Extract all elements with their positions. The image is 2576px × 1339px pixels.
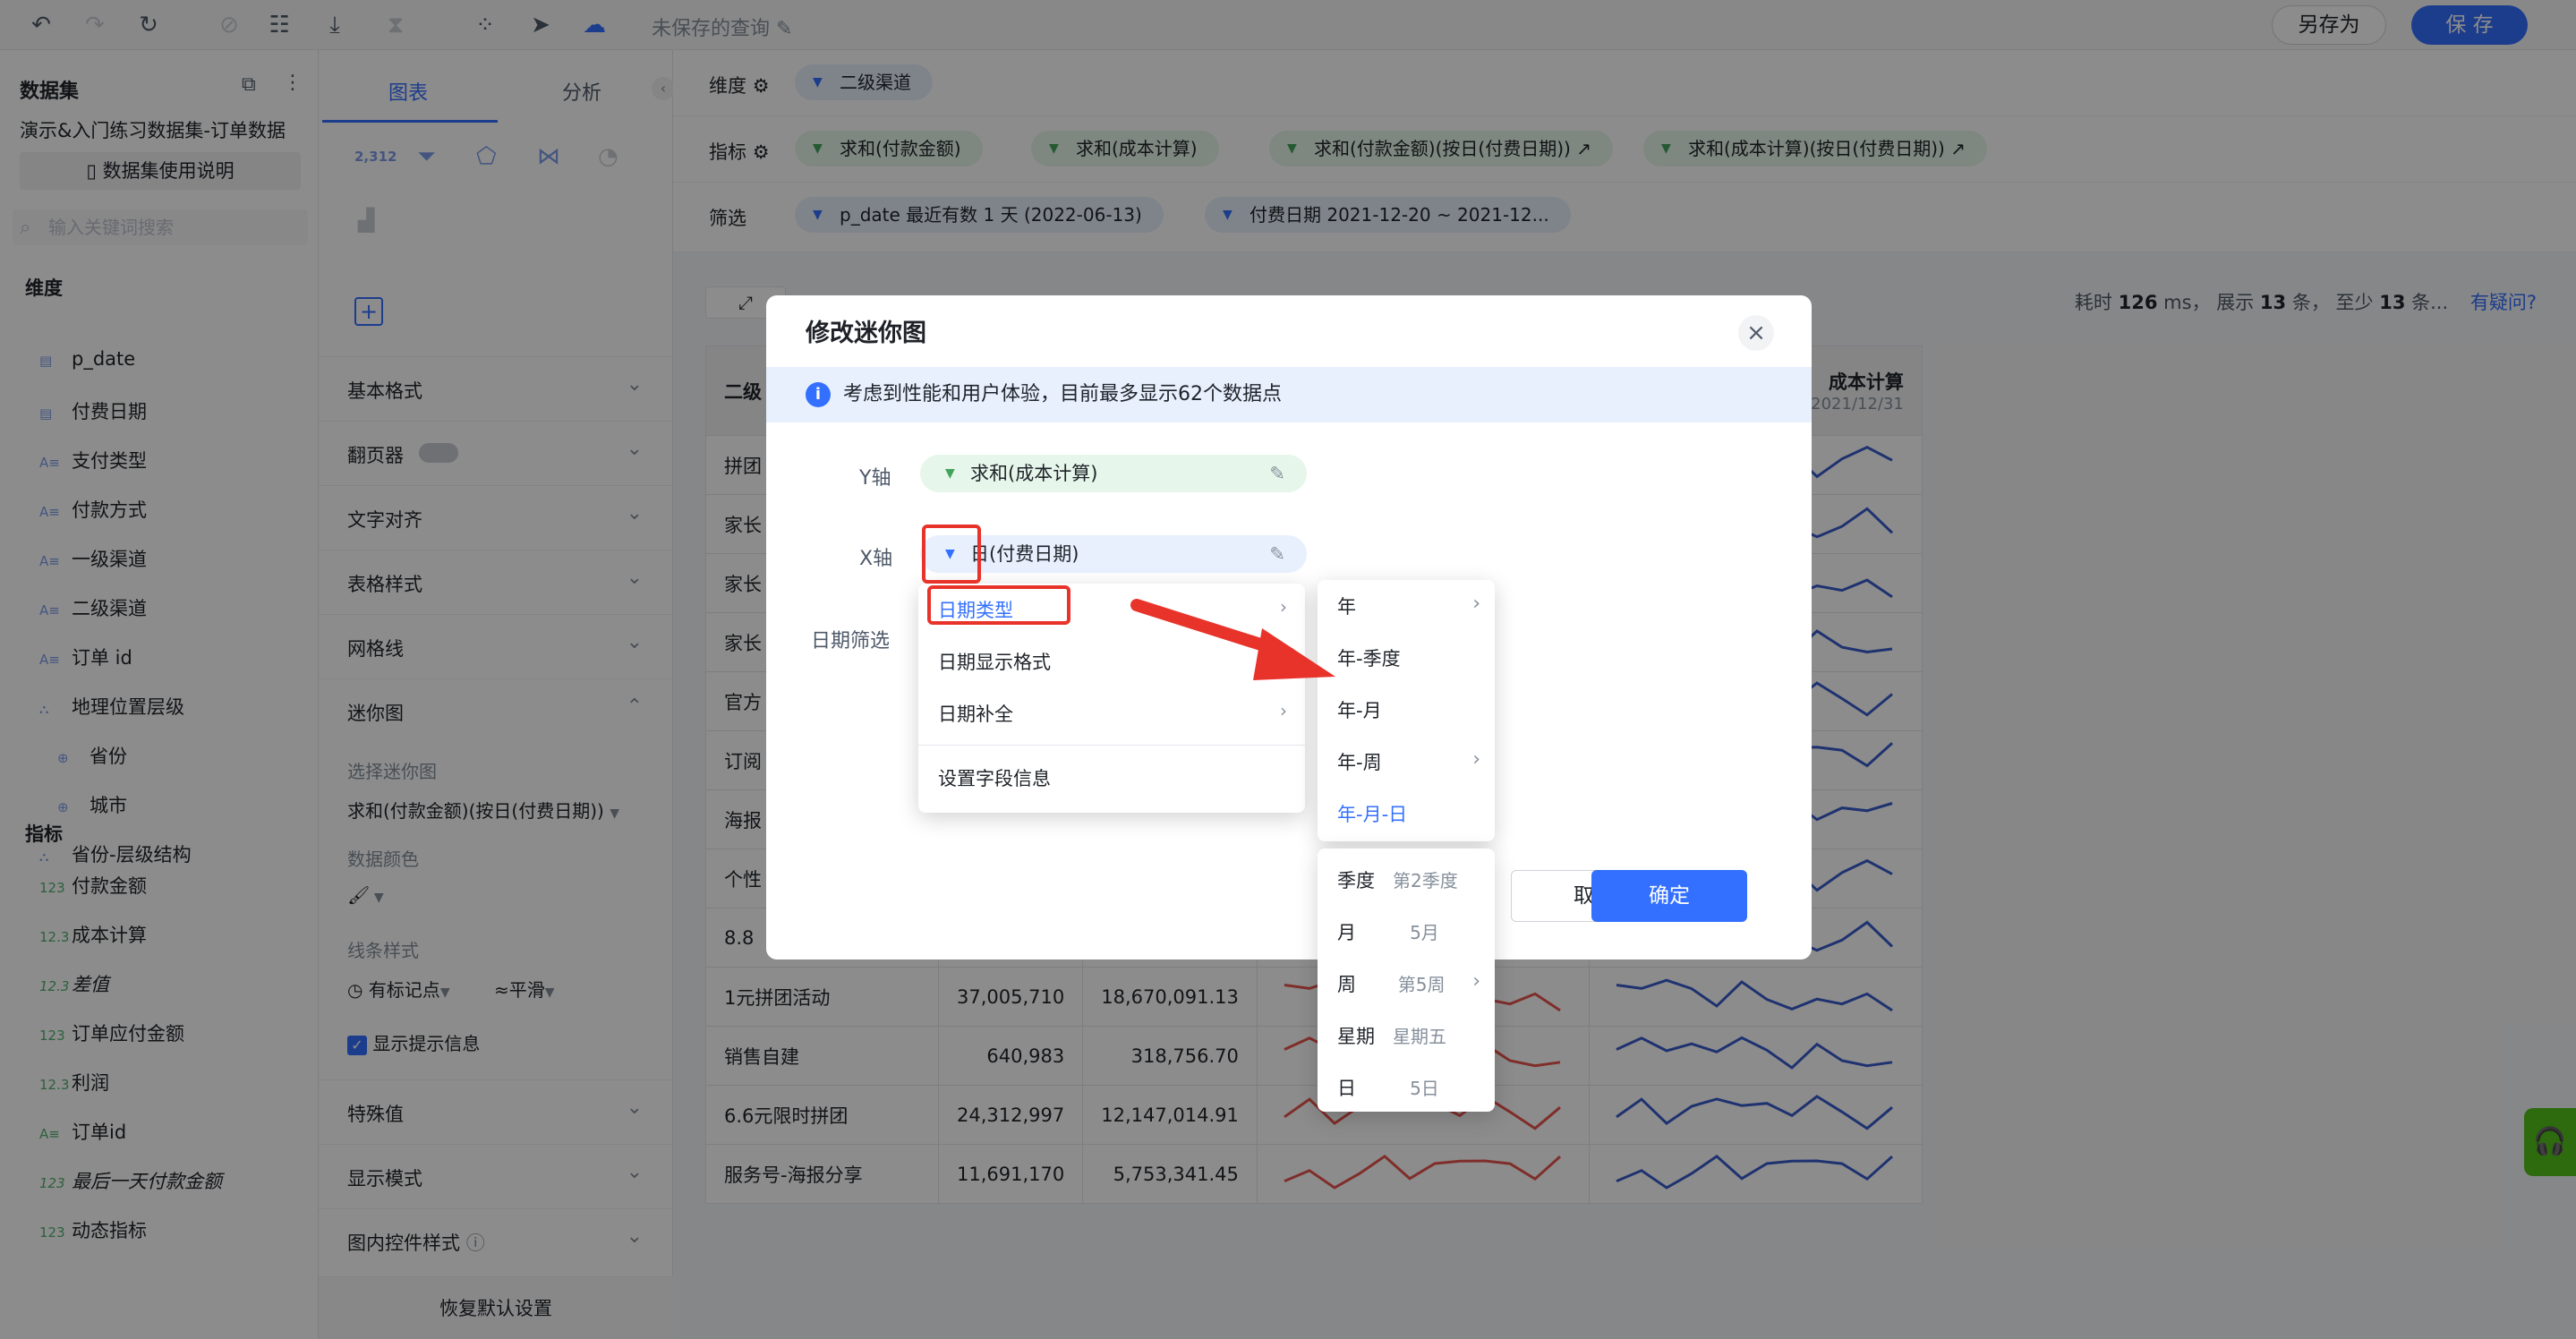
menu-item-date-format[interactable]: 日期显示格式 bbox=[938, 648, 1051, 675]
annotation-box-dropdown bbox=[922, 525, 981, 584]
edit-icon[interactable]: ✎ bbox=[1269, 455, 1285, 492]
date-part-day[interactable]: 日 5日 bbox=[1337, 1074, 1439, 1101]
chevron-right-icon: › bbox=[1472, 970, 1480, 993]
annotation-arrow bbox=[1130, 599, 1335, 680]
y-axis-field[interactable]: ▼ 求和(成本计算) ✎ bbox=[920, 455, 1307, 492]
notice-banner: i 考虑到性能和用户体验，目前最多显示62个数据点 bbox=[766, 367, 1812, 422]
close-icon[interactable]: × bbox=[1738, 315, 1774, 351]
date-type-year-quarter[interactable]: 年-季度 bbox=[1337, 644, 1401, 671]
date-type-submenu: 年 › 年-季度 年-月 年-周 › 年-月-日 bbox=[1318, 580, 1495, 841]
chevron-right-icon: › bbox=[1472, 748, 1480, 771]
date-part-week[interactable]: 周 第5周 bbox=[1337, 970, 1445, 997]
modal-title: 修改迷你图 bbox=[806, 320, 926, 347]
date-type-year-month[interactable]: 年-月 bbox=[1337, 696, 1382, 723]
date-type-year-month-day[interactable]: 年-月-日 bbox=[1337, 800, 1407, 827]
chevron-right-icon: › bbox=[1472, 593, 1480, 615]
menu-item-date-fill[interactable]: 日期补全 bbox=[938, 700, 1013, 727]
date-part-submenu: 季度 第2季度 月 5月 周 第5周 › 星期 星期五 日 5日 bbox=[1318, 849, 1495, 1112]
date-part-month[interactable]: 月 5月 bbox=[1337, 918, 1439, 945]
menu-item-field-info[interactable]: 设置字段信息 bbox=[938, 764, 1051, 791]
date-part-weekday[interactable]: 星期 星期五 bbox=[1337, 1022, 1446, 1049]
date-filter-label: 日期筛选 bbox=[811, 630, 891, 652]
y-axis-label: Y轴 bbox=[859, 467, 891, 490]
chevron-right-icon: › bbox=[1280, 700, 1287, 721]
menu-divider bbox=[918, 745, 1305, 746]
annotation-box-date-type bbox=[927, 585, 1070, 625]
ok-button[interactable]: 确定 bbox=[1591, 870, 1747, 922]
date-part-quarter[interactable]: 季度 第2季度 bbox=[1337, 866, 1458, 893]
edit-icon[interactable]: ✎ bbox=[1269, 535, 1285, 573]
info-icon: i bbox=[806, 382, 831, 407]
date-type-year-week[interactable]: 年-周 bbox=[1337, 748, 1382, 775]
x-axis-label: X轴 bbox=[859, 548, 893, 570]
